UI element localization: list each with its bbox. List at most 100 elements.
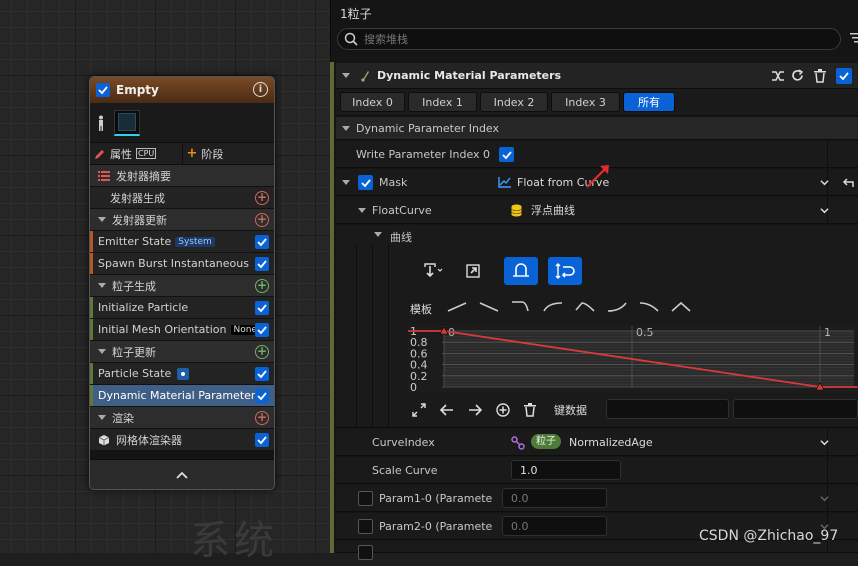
template-label: 模板: [410, 303, 432, 316]
column-divider: [827, 457, 828, 483]
pre-infinity-button[interactable]: [504, 257, 538, 285]
module-enable-checkbox[interactable]: [255, 235, 269, 249]
collapse-arrow-icon[interactable]: [374, 232, 382, 237]
module-spawn-burst[interactable]: Spawn Burst Instantaneous: [90, 253, 274, 275]
preset-curve-icon[interactable]: [574, 299, 596, 315]
emitter-node[interactable]: Empty i 属性 CPU + 阶段 发射器摘要 发射器生成 + 发射器更新 …: [89, 76, 275, 490]
particle-spawn-row[interactable]: 粒子生成 +: [90, 275, 274, 297]
emitter-summary-row[interactable]: 发射器摘要: [90, 165, 274, 187]
collapse-arrow-icon[interactable]: [98, 283, 106, 288]
post-infinity-button[interactable]: [548, 257, 582, 285]
preset-curve-icon[interactable]: [542, 299, 564, 315]
add-key-icon[interactable]: [496, 403, 510, 417]
mask-checkbox[interactable]: [358, 175, 373, 190]
tab-properties[interactable]: 属性 CPU: [90, 143, 183, 164]
collapse-arrow-icon[interactable]: [342, 179, 350, 185]
preset-curve-icon[interactable]: [478, 299, 500, 315]
info-icon[interactable]: i: [253, 82, 268, 97]
module-enable-checkbox[interactable]: [255, 323, 269, 337]
shuffle-icon[interactable]: [771, 70, 785, 82]
param1-checkbox[interactable]: [358, 491, 373, 506]
add-module-icon[interactable]: +: [255, 279, 269, 293]
chevron-down-icon[interactable]: [820, 178, 829, 187]
module-emitter-state[interactable]: Emitter State System: [90, 231, 274, 253]
search-icon: [344, 32, 358, 46]
node-footer[interactable]: [90, 459, 274, 489]
module-enable-checkbox[interactable]: [255, 257, 269, 271]
tab-index-3[interactable]: Index 3: [551, 92, 620, 112]
module-color-stripe: [330, 62, 334, 553]
key-time-input[interactable]: [606, 399, 729, 419]
collapse-arrow-icon[interactable]: [358, 207, 366, 213]
arrow-right-icon[interactable]: [468, 404, 482, 416]
collapse-arrow-icon[interactable]: [98, 349, 106, 354]
refresh-icon[interactable]: [791, 69, 804, 82]
zoom-to-fit-button[interactable]: [456, 257, 490, 285]
interp-arrow-icon: [424, 263, 443, 278]
fit-icon[interactable]: [412, 403, 426, 417]
add-renderer-icon[interactable]: +: [255, 411, 269, 425]
chevron-down-icon[interactable]: [820, 438, 829, 447]
tab-index-2[interactable]: Index 2: [480, 92, 548, 112]
tab-index-0[interactable]: Index 0: [340, 92, 405, 112]
preset-curve-icon[interactable]: [606, 299, 628, 315]
particle-update-row[interactable]: 粒子更新 +: [90, 341, 274, 363]
param1-row: Param1-0 (Paramete 0.0: [336, 485, 858, 512]
trash-icon[interactable]: [814, 69, 826, 83]
module-initial-mesh-orientation[interactable]: Initial Mesh Orientation None: [90, 319, 274, 341]
tab-all[interactable]: 所有: [623, 92, 675, 112]
curve-graph[interactable]: 0 0.5 110.80.60.40.20: [408, 326, 858, 392]
write-parameter-checkbox[interactable]: [499, 147, 514, 162]
chevron-down-icon[interactable]: [820, 494, 829, 503]
module-enable-checkbox[interactable]: [836, 68, 852, 84]
module-header-row[interactable]: Dynamic Material Parameters: [336, 63, 858, 89]
x-tick-label: 1: [824, 326, 831, 339]
module-enable-checkbox[interactable]: [255, 367, 269, 381]
param1-input[interactable]: 0.0: [502, 488, 607, 508]
collapse-arrow-icon[interactable]: [342, 73, 350, 78]
column-divider: [827, 141, 828, 167]
module-enable-checkbox[interactable]: [255, 389, 269, 403]
collapse-arrow-icon[interactable]: [98, 217, 106, 222]
preset-curve-icon[interactable]: [446, 299, 468, 315]
chevron-down-icon[interactable]: [820, 206, 829, 215]
floatcurve-dropdown[interactable]: 浮点曲线: [531, 202, 575, 218]
preset-curve-icon[interactable]: [510, 299, 532, 315]
collapse-arrow-icon[interactable]: [342, 125, 350, 131]
tab-properties-label: 属性: [110, 147, 132, 161]
module-mesh-renderer[interactable]: 网格体渲染器: [90, 429, 274, 451]
tab-stage[interactable]: + 阶段: [183, 143, 275, 164]
add-module-icon[interactable]: +: [255, 345, 269, 359]
tab-index-1[interactable]: Index 1: [408, 92, 477, 112]
emitter-spawn-row[interactable]: 发射器生成 +: [90, 187, 274, 209]
node-enable-checkbox[interactable]: [96, 83, 110, 97]
arrow-left-icon[interactable]: [440, 404, 454, 416]
dynamic-parameter-index-category[interactable]: Dynamic Parameter Index: [336, 117, 858, 140]
chevron-up-icon[interactable]: [176, 471, 188, 479]
curveindex-dropdown[interactable]: NormalizedAge: [569, 436, 653, 449]
add-module-icon[interactable]: +: [255, 191, 269, 205]
delete-key-icon[interactable]: [524, 403, 536, 417]
module-initialize-particle[interactable]: Initialize Particle: [90, 297, 274, 319]
module-dynamic-material-parameters[interactable]: Dynamic Material Parameters: [90, 385, 274, 407]
render-row[interactable]: 渲染 +: [90, 407, 274, 429]
module-particle-state[interactable]: Particle State: [90, 363, 274, 385]
param2-checkbox[interactable]: [358, 519, 373, 534]
search-input[interactable]: 搜索堆栈: [337, 28, 841, 50]
cycle-icon: [555, 263, 575, 279]
module-enable-checkbox[interactable]: [255, 433, 269, 447]
add-module-icon[interactable]: +: [255, 213, 269, 227]
scalecurve-input[interactable]: 1.0: [511, 460, 621, 480]
emitter-thumbnail[interactable]: [114, 109, 140, 136]
key-interp-dropdown[interactable]: [416, 257, 450, 285]
param2-input[interactable]: 0.0: [502, 516, 607, 536]
reset-arrow-icon[interactable]: [842, 177, 854, 188]
preset-curve-icon[interactable]: [638, 299, 660, 315]
node-header[interactable]: Empty i: [90, 77, 274, 103]
preset-curve-icon[interactable]: [670, 299, 692, 315]
collapse-arrow-icon[interactable]: [98, 415, 106, 420]
module-enable-checkbox[interactable]: [255, 301, 269, 315]
filter-icon[interactable]: [850, 32, 858, 44]
key-value-input[interactable]: [733, 399, 858, 419]
emitter-update-row[interactable]: 发射器更新 +: [90, 209, 274, 231]
